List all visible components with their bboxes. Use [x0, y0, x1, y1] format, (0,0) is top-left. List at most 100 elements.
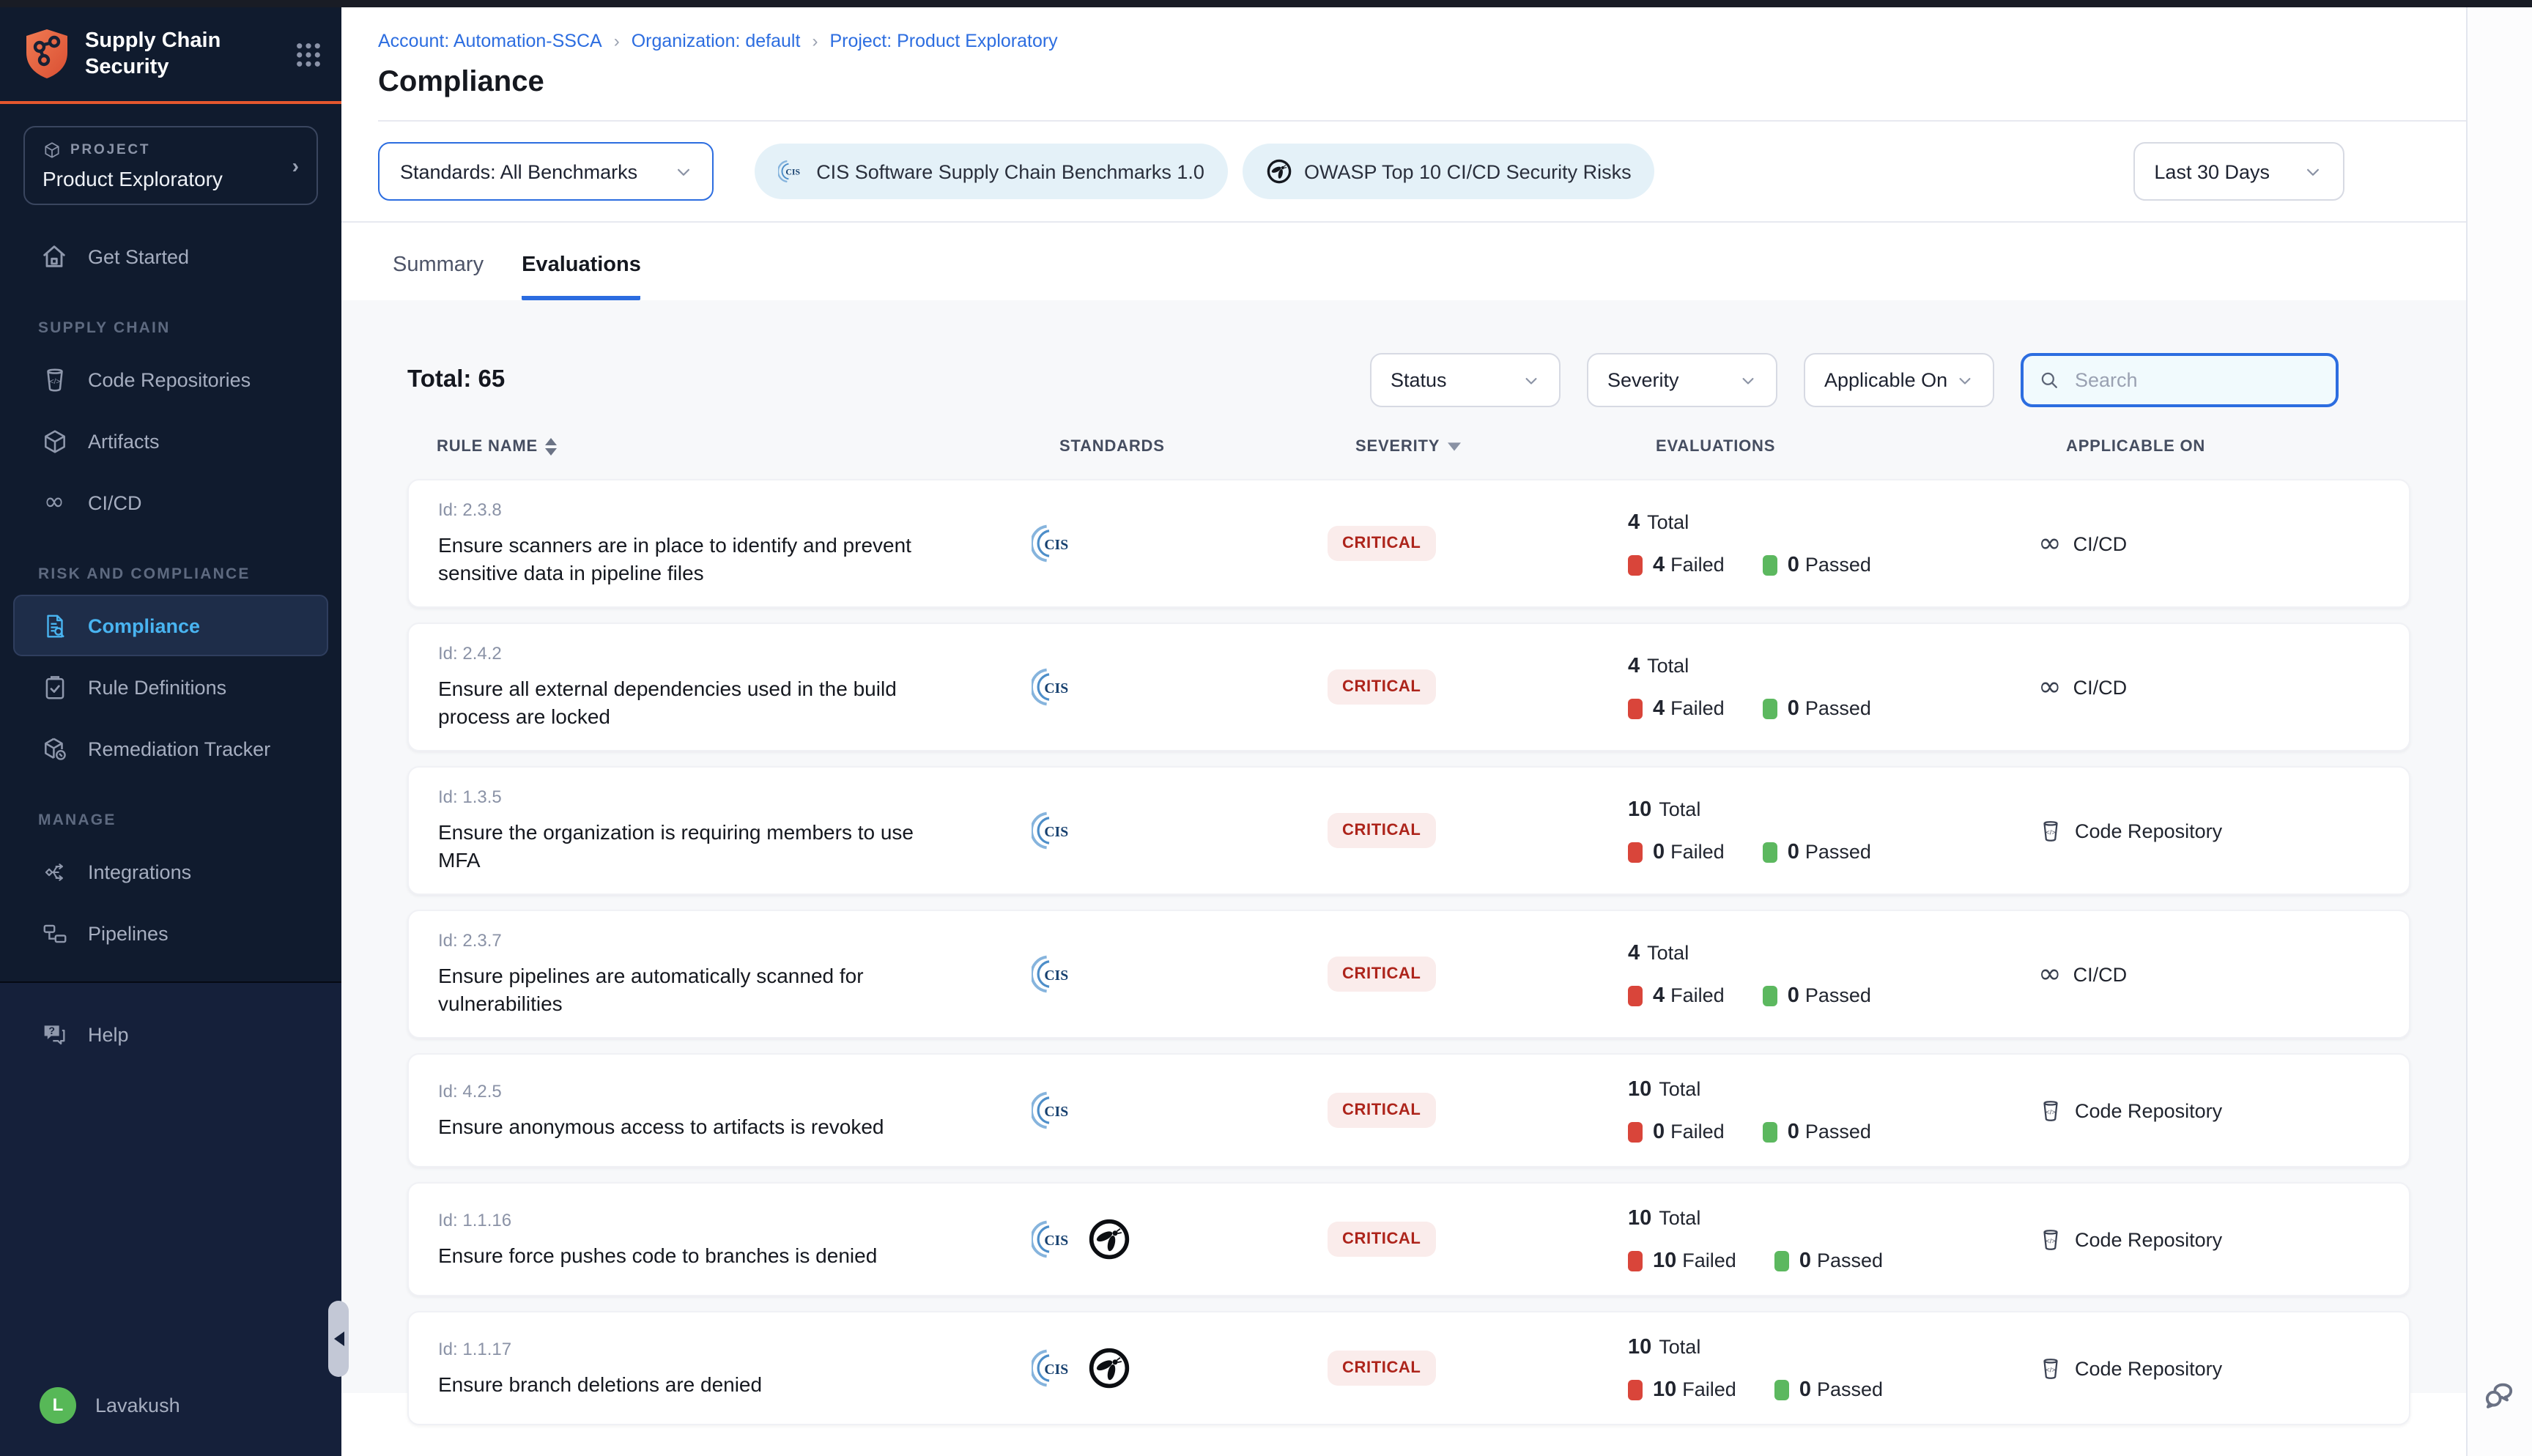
page-title: Compliance — [378, 66, 2468, 100]
standard-chip-cis[interactable]: CIS Software Supply Chain Benchmarks 1.0 — [755, 144, 1228, 199]
applicable-on-cell: ∞ CI/CD — [2038, 960, 2412, 988]
sidebar-item-get-started[interactable]: Get Started — [13, 226, 328, 287]
column-rule-name[interactable]: RULE NAME — [437, 438, 1059, 456]
passed-count: 0 — [1788, 697, 1799, 720]
support-chat-icon[interactable] — [2481, 1380, 2519, 1415]
owasp-logo-icon — [1087, 1217, 1131, 1261]
sidebar-bottom: Help L Lavakush — [0, 981, 341, 1456]
total-count: 10 — [1628, 1335, 1651, 1359]
rule-id: Id: 2.3.8 — [438, 499, 1032, 520]
sidebar: Supply Chain Security PROJECT Product Ex… — [0, 7, 341, 1456]
failed-label: Failed — [1670, 984, 1725, 1006]
user-name: Lavakush — [95, 1394, 180, 1416]
passed-label: Passed — [1817, 1378, 1883, 1400]
passed-stat: 0 Passed — [1774, 1378, 1883, 1401]
severity-cell: CRITICAL — [1328, 957, 1628, 992]
user-menu[interactable]: L Lavakush — [13, 1374, 328, 1435]
sidebar-item-pipelines[interactable]: Pipelines — [13, 902, 328, 964]
column-severity[interactable]: SEVERITY — [1355, 438, 1656, 456]
search-input[interactable] — [2072, 368, 2298, 393]
passed-label: Passed — [1805, 841, 1871, 863]
table-filters: Status Severity Applicable On — [1370, 353, 2339, 407]
tab-summary[interactable]: Summary — [393, 253, 484, 300]
table-row[interactable]: Id: 4.2.5 Ensure anonymous access to art… — [407, 1053, 2410, 1167]
cicd-icon: ∞ — [2038, 673, 2062, 701]
column-evaluations: EVALUATIONS — [1656, 438, 2066, 456]
passed-stat: 0 Passed — [1763, 553, 1871, 576]
total-label: Total — [1659, 1336, 1700, 1358]
breadcrumb-organization[interactable]: Organization: default — [632, 31, 801, 51]
sidebar-item-code-repositories[interactable]: Code Repositories — [13, 349, 328, 410]
rule-name-cell: Id: 2.4.2 Ensure all external dependenci… — [409, 643, 1032, 731]
tab-evaluations[interactable]: Evaluations — [522, 253, 641, 300]
code-repository-icon — [40, 365, 69, 394]
standards-cell — [1032, 809, 1328, 853]
applicable-on-cell: Code Repository — [2038, 818, 2412, 843]
rule-name-cell: Id: 1.1.17 Ensure branch deletions are d… — [409, 1338, 1032, 1398]
table-row[interactable]: Id: 2.4.2 Ensure all external dependenci… — [407, 623, 2410, 751]
right-gutter — [2466, 7, 2532, 1456]
passed-square-icon — [1774, 1250, 1789, 1271]
project-selector[interactable]: PROJECT Product Exploratory › — [23, 126, 318, 205]
failed-square-icon — [1628, 1121, 1643, 1142]
status-filter-dropdown[interactable]: Status — [1370, 353, 1561, 407]
sidebar-item-cicd[interactable]: ∞ CI/CD — [13, 472, 328, 533]
column-applicable-on: APPLICABLE ON — [2066, 438, 2440, 456]
standard-chip-owasp[interactable]: OWASP Top 10 CI/CD Security Risks — [1243, 144, 1655, 199]
compliance-doc-icon — [40, 611, 69, 640]
severity-filter-dropdown[interactable]: Severity — [1587, 353, 1777, 407]
applicable-on-cell: Code Repository — [2038, 1356, 2412, 1381]
passed-square-icon — [1763, 842, 1777, 862]
total-label: Total — [1647, 511, 1689, 533]
sidebar-item-rule-definitions[interactable]: Rule Definitions — [13, 656, 328, 718]
sort-updown-icon[interactable] — [545, 438, 557, 456]
chevron-down-icon — [1955, 370, 1975, 390]
standards-dropdown[interactable]: Standards: All Benchmarks — [378, 142, 714, 201]
table-row[interactable]: Id: 1.3.5 Ensure the organization is req… — [407, 766, 2410, 895]
code-repository-icon — [2038, 1356, 2063, 1381]
passed-count: 0 — [1799, 1249, 1811, 1272]
cis-logo-icon — [1032, 952, 1076, 996]
passed-square-icon — [1774, 1379, 1789, 1400]
date-range-dropdown[interactable]: Last 30 Days — [2133, 142, 2344, 201]
brand-accent-divider — [0, 101, 341, 104]
sidebar-item-help[interactable]: Help — [13, 1003, 328, 1065]
table-row[interactable]: Id: 2.3.8 Ensure scanners are in place t… — [407, 479, 2410, 608]
table-header: RULE NAME STANDARDS SEVERITY EVALUATIONS… — [437, 438, 2468, 456]
breadcrumb-account[interactable]: Account: Automation-SSCA — [378, 31, 602, 51]
sidebar-item-artifacts[interactable]: Artifacts — [13, 410, 328, 472]
applicable-on-filter-dropdown[interactable]: Applicable On — [1804, 353, 1994, 407]
severity-cell: CRITICAL — [1328, 1351, 1628, 1386]
sidebar-item-compliance[interactable]: Compliance — [13, 595, 328, 656]
sort-down-icon — [1447, 442, 1460, 451]
passed-square-icon — [1763, 554, 1777, 575]
sidebar-collapse-handle[interactable] — [328, 1301, 349, 1377]
evaluations-cell: 10 Total 0 Failed 0 Passed — [1628, 798, 2038, 863]
total-count: 10 — [1628, 1206, 1651, 1230]
help-chat-icon — [40, 1019, 69, 1049]
applicable-on-label: Code Repository — [2075, 1099, 2222, 1121]
sidebar-item-integrations[interactable]: Integrations — [13, 841, 328, 902]
table-row[interactable]: Id: 1.1.16 Ensure force pushes code to b… — [407, 1182, 2410, 1296]
breadcrumb-project[interactable]: Project: Product Exploratory — [829, 31, 1057, 51]
rule-name-cell: Id: 2.3.7 Ensure pipelines are automatic… — [409, 930, 1032, 1018]
passed-count: 0 — [1788, 840, 1799, 863]
severity-badge: CRITICAL — [1328, 526, 1435, 561]
cis-logo-icon — [1032, 665, 1076, 709]
failed-count: 4 — [1653, 984, 1665, 1007]
sidebar-item-remediation-tracker[interactable]: Remediation Tracker — [13, 718, 328, 779]
evaluations-cell: 10 Total 10 Failed 0 Passed — [1628, 1206, 2038, 1272]
pipelines-icon — [40, 918, 69, 948]
severity-cell: CRITICAL — [1328, 1093, 1628, 1128]
chevron-right-icon: › — [812, 31, 818, 51]
rule-id: Id: 2.4.2 — [438, 643, 1032, 664]
applicable-on-label: Code Repository — [2075, 1357, 2222, 1379]
apps-grid-icon[interactable] — [296, 42, 321, 67]
passed-label: Passed — [1805, 697, 1871, 719]
failed-square-icon — [1628, 985, 1643, 1006]
failed-stat: 4 Failed — [1628, 553, 1725, 576]
rule-name-cell: Id: 2.3.8 Ensure scanners are in place t… — [409, 499, 1032, 587]
search-box — [2021, 353, 2339, 407]
table-row[interactable]: Id: 1.1.17 Ensure branch deletions are d… — [407, 1311, 2410, 1425]
table-row[interactable]: Id: 2.3.7 Ensure pipelines are automatic… — [407, 910, 2410, 1039]
